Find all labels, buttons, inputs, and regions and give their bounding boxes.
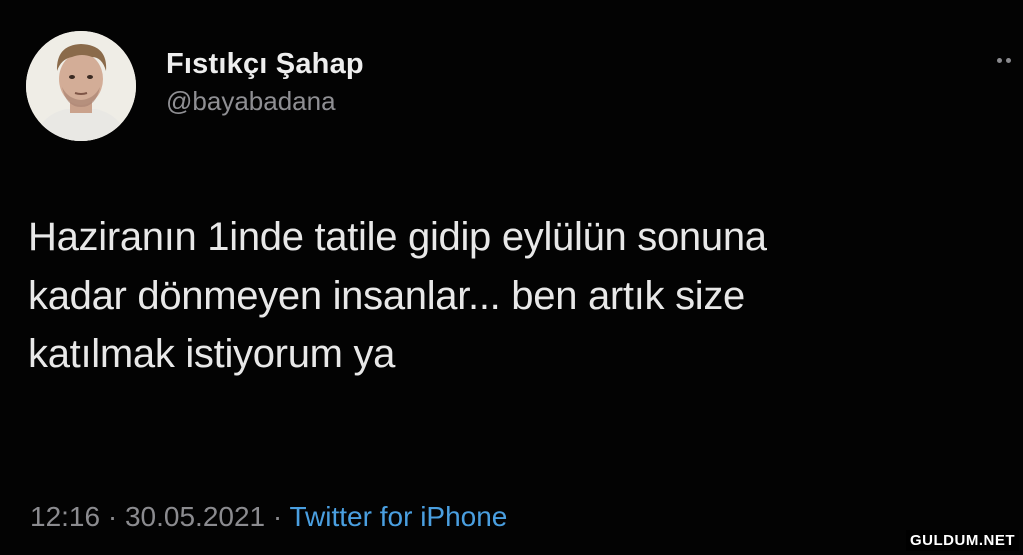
author-info: Fıstıkçı Şahap @bayabadana [166,46,364,118]
author-handle[interactable]: @bayabadana [166,84,364,118]
tweet-meta: 12:16 · 30.05.2021 · Twitter for iPhone [30,497,507,537]
tweet-time[interactable]: 12:16 [30,501,100,532]
tweet-text-line: katılmak istiyorum ya [28,332,396,376]
avatar[interactable] [26,31,136,141]
author-display-name[interactable]: Fıstıkçı Şahap [166,46,364,82]
avatar-photo-icon [26,31,136,141]
meta-separator: · [107,501,118,532]
tweet-text-line: kadar dönmeyen insanlar... ben artık siz… [28,273,745,318]
tweet-text: Haziranın 1inde tatile gidip eylülün son… [28,208,1008,384]
tweet-source-link[interactable]: Twitter for iPhone [290,501,508,532]
tweet-text-line: Haziranın 1inde tatile gidip eylülün son… [28,215,767,259]
watermark: GULDUM.NET [906,530,1019,551]
more-dot [997,57,1002,63]
meta-separator: · [272,501,283,532]
more-dot [1006,57,1011,63]
more-options-icon[interactable] [997,50,1017,70]
tweet-card: Fıstıkçı Şahap @bayabadana Haziranın 1in… [0,0,1023,555]
tweet-header: Fıstıkçı Şahap @bayabadana [26,24,364,148]
tweet-date[interactable]: 30.05.2021 [125,501,265,532]
